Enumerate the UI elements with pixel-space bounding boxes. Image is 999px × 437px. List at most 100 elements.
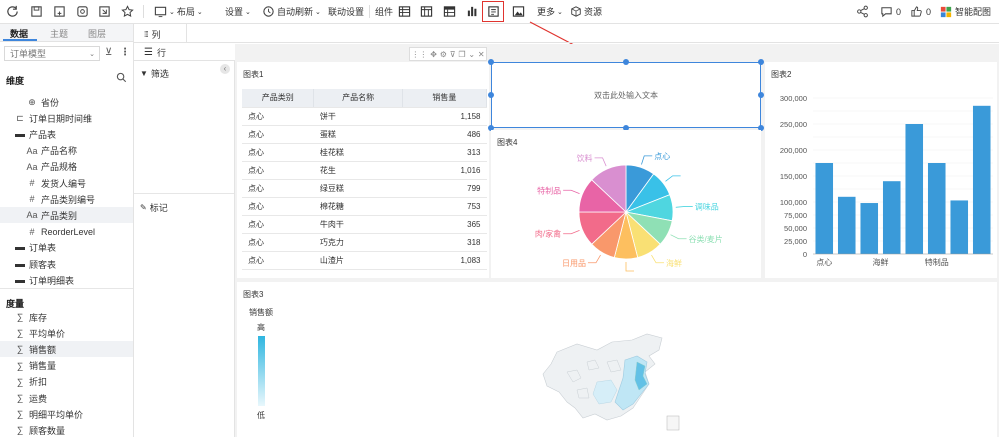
collapse-panel-icon[interactable]: ‹ bbox=[220, 64, 230, 74]
bar[interactable] bbox=[950, 200, 969, 254]
linkage-settings-button[interactable]: 联动设置 bbox=[328, 3, 364, 20]
filter-funnel-icon[interactable]: ⊻ bbox=[105, 47, 112, 58]
table-cell: 点心 bbox=[242, 233, 314, 252]
layout-menu[interactable]: ⌄ 布局 ⌄ bbox=[154, 3, 203, 20]
close-icon[interactable]: ✕ bbox=[478, 50, 485, 59]
auto-refresh-menu[interactable]: 自动刷新 ⌄ bbox=[262, 3, 321, 20]
linkage-label: 联动设置 bbox=[328, 7, 365, 17]
dimension-item[interactable]: ▬ 产品表 bbox=[0, 126, 133, 142]
measure-item[interactable]: ∑ 库存 bbox=[0, 309, 133, 325]
pie-slice-label: 点心 bbox=[654, 152, 670, 161]
settings-gear-icon[interactable]: ⚙ bbox=[440, 50, 447, 59]
text-component-icon[interactable] bbox=[487, 3, 500, 20]
filter-shelf[interactable]: ▼ 筛选 bbox=[140, 67, 169, 80]
dimension-item[interactable]: ▬ 顾客表 bbox=[0, 256, 133, 272]
dimension-item[interactable]: Aa 产品名称 bbox=[0, 143, 133, 159]
table-header-cell[interactable]: 销售量 bbox=[402, 89, 487, 108]
crosstab-icon[interactable] bbox=[420, 3, 433, 20]
dimension-label: 省份 bbox=[41, 97, 60, 108]
measure-item[interactable]: ∑ 明细平均单价 bbox=[0, 406, 133, 422]
favorite-star-icon[interactable] bbox=[121, 3, 134, 20]
dimension-item[interactable]: # ReorderLevel bbox=[0, 224, 133, 240]
resize-handle[interactable] bbox=[758, 59, 764, 65]
refresh-icon[interactable] bbox=[6, 3, 19, 20]
text-card[interactable]: 双击此处输入文本 bbox=[491, 62, 761, 128]
export-icon[interactable] bbox=[98, 3, 111, 20]
filter-icon[interactable]: ⊽ bbox=[450, 50, 456, 59]
dimension-item[interactable]: ⊏ 订单日期时间维 bbox=[0, 110, 133, 126]
bar[interactable] bbox=[927, 163, 946, 254]
table-row[interactable]: 点心 饼干 1,158 bbox=[242, 107, 487, 126]
save-as-icon[interactable] bbox=[53, 3, 66, 20]
like-button[interactable]: 0 bbox=[910, 3, 931, 20]
columns-icon: ⁞⁞⁞ bbox=[144, 30, 149, 39]
table-row[interactable]: 点心 绿豆糕 799 bbox=[242, 179, 487, 198]
measure-item[interactable]: ∑ 运费 bbox=[0, 390, 133, 406]
bar[interactable] bbox=[882, 181, 901, 254]
y-tick-label: 150,000 bbox=[780, 172, 807, 181]
y-tick-label: 300,000 bbox=[780, 94, 807, 103]
dimension-item[interactable]: Aa 产品规格 bbox=[0, 159, 133, 175]
pie-card[interactable]: 图表4 点心 调味品 谷类/麦片 海鲜 日用品 肉/家禽 特制品 饮料 bbox=[491, 130, 761, 278]
bar[interactable] bbox=[972, 105, 991, 254]
data-panel: 数据 主题 图层 订单模型 ⌄ ⊻ ⋮ 维度 ⊕ 省份 ⊏ 订单日期时间维 ▬ 产品表 Aa… bbox=[0, 24, 134, 437]
resize-handle[interactable] bbox=[488, 59, 494, 65]
bar-card[interactable]: 图表2 0 25,000 50,000 75,000 100,000 150,000 200… bbox=[765, 62, 997, 278]
columns-shelf[interactable]: ⁞⁞⁞ 列 bbox=[134, 24, 999, 43]
comment-button[interactable]: 0 bbox=[880, 3, 901, 20]
search-icon[interactable] bbox=[116, 72, 127, 83]
marks-shelf[interactable]: ✎ 标记 bbox=[140, 201, 168, 214]
text-placeholder[interactable]: 双击此处输入文本 bbox=[492, 90, 760, 101]
move-icon[interactable]: ⋮⋮ bbox=[411, 50, 427, 59]
resize-handle[interactable] bbox=[758, 92, 764, 98]
drag-icon[interactable]: ✥ bbox=[430, 50, 437, 59]
measure-item[interactable]: ∑ 顾客数量 bbox=[0, 422, 133, 437]
dimension-item[interactable]: Aa 产品类别 bbox=[0, 207, 133, 224]
bar[interactable] bbox=[837, 196, 856, 254]
table-row[interactable]: 点心 巧克力 318 bbox=[242, 233, 487, 252]
share-icon[interactable] bbox=[856, 3, 869, 20]
table-row[interactable]: 点心 山渣片 1,083 bbox=[242, 251, 487, 270]
dimension-item[interactable]: ⊕ 省份 bbox=[0, 94, 133, 110]
table-cell: 点心 bbox=[242, 251, 314, 270]
table-card[interactable]: 图表1 产品类别 产品名称 销售量 点心 饼干 1,158 点心 蛋糕 486 点心 桂花糕 313… bbox=[237, 62, 489, 278]
measure-item[interactable]: ∑ 销售额 bbox=[0, 341, 133, 358]
bar-chart-icon[interactable] bbox=[466, 3, 479, 20]
map-legend-gradient bbox=[258, 336, 265, 406]
table-header-cell[interactable]: 产品名称 bbox=[313, 89, 403, 108]
preview-icon[interactable] bbox=[76, 3, 89, 20]
table-row[interactable]: 点心 花生 1,016 bbox=[242, 161, 487, 180]
measure-item[interactable]: ∑ 折扣 bbox=[0, 374, 133, 390]
table-icon[interactable] bbox=[398, 3, 411, 20]
settings-menu[interactable]: 设置 ⌄ bbox=[225, 3, 251, 20]
bar[interactable] bbox=[905, 124, 924, 254]
more-options-icon[interactable]: ⋮ bbox=[120, 47, 130, 58]
bar[interactable] bbox=[860, 203, 879, 254]
copy-icon[interactable]: ❐ bbox=[458, 50, 465, 59]
table-row[interactable]: 点心 棉花糖 753 bbox=[242, 197, 487, 216]
dimension-item[interactable]: # 产品类别编号 bbox=[0, 191, 133, 207]
save-icon[interactable] bbox=[30, 3, 43, 20]
bar[interactable] bbox=[815, 163, 834, 254]
table-cell: 点心 bbox=[242, 197, 314, 216]
map-card[interactable]: 图表3 销售额 高 低 bbox=[237, 282, 997, 437]
pivot-table-icon[interactable] bbox=[443, 3, 456, 20]
measure-label: 销售额 bbox=[29, 344, 57, 355]
table-header-cell[interactable]: 产品类别 bbox=[242, 89, 315, 108]
rows-shelf[interactable]: ☰ 行 bbox=[134, 43, 235, 61]
dimension-item[interactable]: ▬ 订单表 bbox=[0, 240, 133, 256]
resize-handle[interactable] bbox=[488, 92, 494, 98]
model-select[interactable]: 订单模型 ⌄ bbox=[4, 46, 100, 61]
resize-handle[interactable] bbox=[623, 59, 629, 65]
expand-icon[interactable]: ⌄ bbox=[468, 50, 475, 59]
dimension-item[interactable]: # 发货人编号 bbox=[0, 175, 133, 191]
tab-layers[interactable]: 图层 bbox=[88, 27, 106, 41]
table-row[interactable]: 点心 蛋糕 486 bbox=[242, 125, 487, 144]
measure-item[interactable]: ∑ 平均单价 bbox=[0, 325, 133, 341]
dimension-item[interactable]: ▬ 订单明细表 bbox=[0, 272, 133, 288]
table-row[interactable]: 点心 牛肉干 365 bbox=[242, 215, 487, 234]
measure-item[interactable]: ∑ 销售量 bbox=[0, 358, 133, 374]
table-row[interactable]: 点心 桂花糕 313 bbox=[242, 143, 487, 162]
tab-theme[interactable]: 主题 bbox=[50, 27, 68, 41]
smart-config-button[interactable]: 智能配图 bbox=[940, 3, 991, 20]
